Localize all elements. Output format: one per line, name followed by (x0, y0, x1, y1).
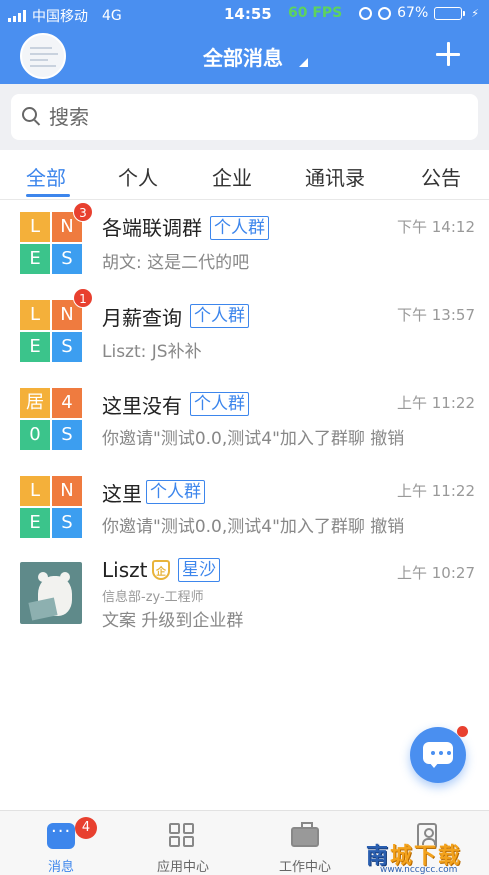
conversation-item[interactable]: 居 4 0 S 这里没有 个人群 上午 11:22 你邀请"测试0.0,测试4"… (0, 376, 489, 464)
bottom-nav-messages[interactable]: 4 消息 (6, 811, 116, 875)
avatar-tile: E (20, 332, 50, 362)
avatar-tile: S (52, 244, 82, 274)
message-icon (47, 821, 75, 849)
group-type-tag: 个人群 (190, 392, 249, 416)
conversation-preview: 胡文: 这是二代的吧 (102, 253, 250, 273)
search-input[interactable] (49, 102, 449, 132)
alarm-icon (378, 6, 392, 20)
tab-personal[interactable]: 个人 (118, 162, 158, 191)
chat-fab-button[interactable] (410, 727, 466, 783)
bottom-nav-label: 应用中心 (156, 860, 209, 875)
group-type-tag: 个人群 (210, 216, 269, 240)
bottom-nav-apps[interactable]: 应用中心 (128, 811, 238, 875)
carrier-label: 中国移动 (32, 9, 88, 25)
conversation-time: 上午 11:22 (397, 482, 475, 500)
enterprise-shield-icon: 企 (152, 560, 170, 580)
tab-announcements[interactable]: 公告 (421, 162, 461, 191)
app-header: 中国移动 4G 14:55 60 FPS 67% ⚡ 全部消息 (0, 0, 489, 84)
conversation-time: 上午 10:27 (397, 564, 475, 582)
conversation-name: 各端联调群 (102, 216, 202, 240)
conversation-item[interactable]: L N E S 这里 个人群 上午 11:22 你邀请"测试0.0,测试4"加入… (0, 464, 489, 552)
shield-glyph: 企 (156, 567, 166, 578)
search-area (0, 84, 489, 150)
conversation-time: 上午 11:22 (397, 394, 475, 412)
apps-icon (169, 823, 197, 849)
avatar-tile: S (52, 508, 82, 538)
bottom-nav-label: 工作中心 (278, 860, 331, 875)
search-box[interactable] (11, 94, 478, 140)
avatar-tile: E (20, 244, 50, 274)
battery-icon (434, 6, 466, 20)
conversation-item[interactable]: L N E S 3 各端联调群 个人群 下午 14:12 胡文: 这是二代的吧 (0, 200, 489, 288)
bottom-nav-work[interactable]: 工作中心 (250, 811, 360, 875)
tab-bar: 全部 个人 企业 通讯录 公告 (0, 150, 489, 200)
avatar-tile: E (20, 508, 50, 538)
avatar-tile: L (20, 300, 50, 330)
battery-percent: 67% (397, 5, 429, 21)
status-left: 中国移动 4G (8, 6, 122, 26)
group-avatar: 居 4 0 S (20, 388, 82, 450)
unread-badge: 1 (73, 288, 93, 308)
watermark-url: www.nccgcc.com (380, 865, 458, 875)
status-bar: 中国移动 4G 14:55 60 FPS 67% ⚡ (0, 0, 489, 28)
avatar-tile: 0 (20, 420, 50, 450)
conversation-item[interactable]: Liszt 企 星沙 上午 10:27 信息部-zy-工程师 文案 升级到企业群 (0, 552, 489, 642)
bottom-nav-label: 消息 (47, 860, 74, 875)
avatar-tile: S (52, 420, 82, 450)
charging-icon: ⚡ (471, 6, 479, 20)
avatar-tile: 居 (20, 388, 50, 418)
dropdown-caret-icon[interactable] (299, 58, 308, 67)
fps-counter: 60 FPS (288, 5, 343, 21)
search-icon (22, 107, 37, 122)
avatar-tile: N (52, 476, 82, 506)
nav-title[interactable]: 全部消息 (203, 42, 283, 71)
plus-icon[interactable] (436, 42, 460, 66)
conversation-preview: 文案 升级到企业群 (102, 611, 244, 631)
location-tag: 星沙 (178, 558, 220, 582)
unread-badge: 3 (73, 202, 93, 222)
conversation-name: 这里 (102, 482, 142, 506)
avatar-tile: S (52, 332, 82, 362)
status-right: 67% ⚡ (359, 5, 479, 21)
clock: 14:55 (224, 5, 272, 23)
tab-indicator (26, 194, 70, 197)
network-label: 4G (102, 8, 122, 24)
messages-badge: 4 (75, 817, 97, 839)
tab-enterprise[interactable]: 企业 (212, 162, 252, 191)
signal-icon (8, 10, 26, 22)
group-type-tag: 个人群 (146, 480, 205, 504)
group-avatar: L N E S (20, 212, 82, 274)
user-avatar[interactable] (20, 33, 66, 79)
avatar-tile: L (20, 476, 50, 506)
conversation-preview: Liszt: JS补补 (102, 342, 202, 362)
conversation-name: Liszt (102, 558, 148, 582)
conversation-preview: 你邀请"测试0.0,测试4"加入了群聊 撤销 (102, 429, 405, 449)
conversation-time: 下午 13:57 (397, 306, 475, 324)
tab-all[interactable]: 全部 (26, 162, 66, 191)
avatar-tile: L (20, 212, 50, 242)
rotation-lock-icon (359, 6, 373, 20)
avatar-tile: 4 (52, 388, 82, 418)
contact-title: 信息部-zy-工程师 (102, 590, 204, 605)
tab-contacts[interactable]: 通讯录 (305, 162, 365, 191)
conversation-time: 下午 14:12 (397, 218, 475, 236)
group-avatar: L N E S (20, 300, 82, 362)
contact-avatar (20, 562, 82, 624)
conversation-preview: 你邀请"测试0.0,测试4"加入了群聊 撤销 (102, 517, 405, 537)
briefcase-icon (291, 822, 319, 847)
conversation-item[interactable]: L N E S 1 月薪查询 个人群 下午 13:57 Liszt: JS补补 (0, 288, 489, 376)
site-watermark: 南城下载 www.nccgcc.com (356, 834, 489, 875)
fab-notification-dot (457, 726, 468, 737)
conversation-name: 月薪查询 (102, 306, 182, 330)
conversation-name: 这里没有 (102, 394, 182, 418)
group-avatar: L N E S (20, 476, 82, 538)
group-type-tag: 个人群 (190, 304, 249, 328)
